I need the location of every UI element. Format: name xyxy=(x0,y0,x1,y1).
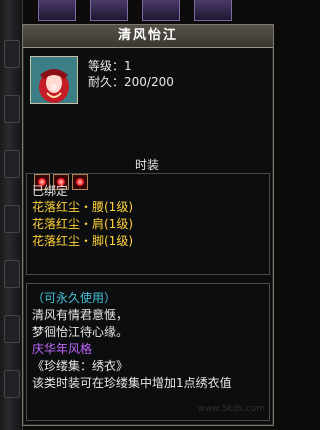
item-summary: 等级：1 耐久：200/200 时装 xyxy=(26,52,268,192)
background-slot xyxy=(4,150,20,178)
poem-line: 梦徊怡江待心缘。 xyxy=(32,325,129,339)
background-top-slot xyxy=(90,0,128,21)
bind-status: 已绑定 xyxy=(32,184,69,198)
item-portrait xyxy=(30,56,78,104)
background-top-slot xyxy=(194,0,232,21)
set-info: 已绑定 花落红尘・腰(1级) 花落红尘・肩(1级) 花落红尘・脚(1级) xyxy=(26,173,270,275)
item-name: 清风怡江 xyxy=(23,25,273,48)
background-top-slot xyxy=(142,0,180,21)
background-slot xyxy=(4,315,20,343)
set-item: 花落红尘・腰(1级) xyxy=(32,200,133,214)
background-slot xyxy=(4,370,20,398)
background-slot xyxy=(4,260,20,288)
background-slot xyxy=(4,205,20,233)
item-stats: 等级：1 耐久：200/200 xyxy=(88,58,174,90)
item-category: 时装 xyxy=(134,158,159,172)
background-top-slot xyxy=(38,0,76,21)
poem-line: 清风有情君意惬， xyxy=(32,308,129,322)
effect-text: 该类时装可在珍缕集中增加1点绣衣值 xyxy=(32,376,232,390)
set-item-list: 花落红尘・腰(1级) 花落红尘・肩(1级) 花落红尘・脚(1级) xyxy=(32,199,133,250)
permanent-note: （可永久使用） xyxy=(32,291,117,305)
collection-label: 《珍缕集：绣衣》 xyxy=(32,359,129,373)
background-slot xyxy=(4,95,20,123)
item-tooltip: 清风怡江 等级：1 耐久：200/200 时装 已绑定 花落红尘・腰(1级) 花… xyxy=(22,24,274,426)
set-item: 花落红尘・肩(1级) xyxy=(32,217,133,231)
costume-icon xyxy=(31,57,77,103)
background-slot xyxy=(4,40,20,68)
item-level: 等级：1 xyxy=(88,59,132,73)
watermark: www.5kds.com xyxy=(197,404,265,414)
item-description: （可永久使用） 清风有情君意惬， 梦徊怡江待心缘。 庆华年风格 《珍缕集：绣衣》… xyxy=(26,283,270,421)
background-sidebar xyxy=(0,0,23,430)
style-label: 庆华年风格 xyxy=(32,342,93,356)
item-durability: 耐久：200/200 xyxy=(88,75,174,89)
set-item: 花落红尘・脚(1级) xyxy=(32,234,133,248)
